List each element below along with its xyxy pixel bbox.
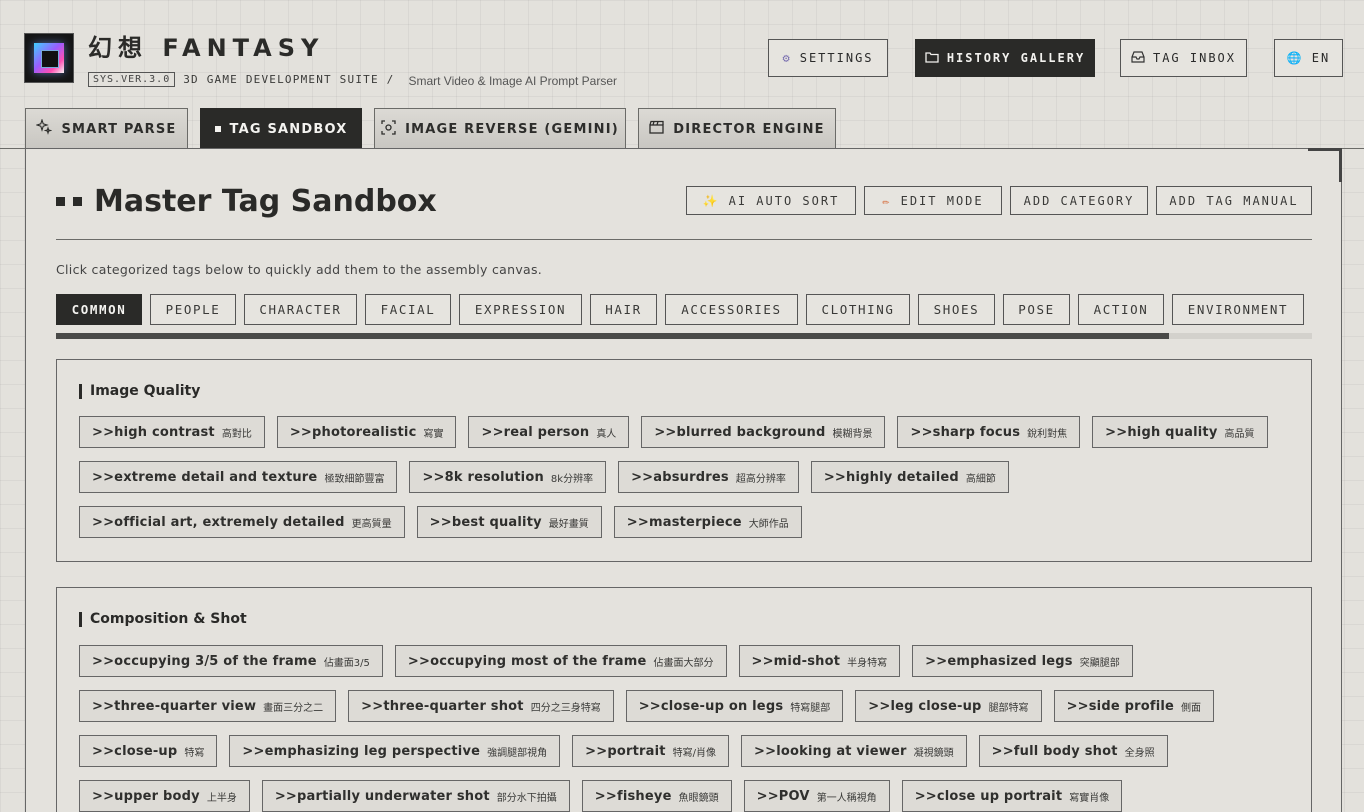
tag-chip[interactable]: >>high quality 高品質 xyxy=(1092,416,1268,448)
tag-chip[interactable]: >>close up portrait 寫實肖像 xyxy=(901,780,1123,812)
gear-icon: ⚙ xyxy=(782,51,792,65)
tag-row: >>extreme detail and texture 極致細節豐富 >>8k … xyxy=(79,461,1009,493)
tag-chip[interactable]: >>extreme detail and texture 極致細節豐富 xyxy=(79,461,398,493)
tag-chip[interactable]: >>best quality 最好畫質 xyxy=(416,506,602,538)
tag-inbox-button[interactable]: TAG INBOX xyxy=(1120,39,1247,77)
app-subtitle: SYS.VER.3.0 3D GAME DEVELOPMENT SUITE / … xyxy=(88,70,617,88)
tab-tag-sandbox[interactable]: TAG SANDBOX xyxy=(200,108,362,149)
tag-chip[interactable]: >>sharp focus 銳利對焦 xyxy=(897,416,1081,448)
category-tab-action[interactable]: ACTION xyxy=(1078,294,1164,325)
tag-row: >>upper body 上半身 >>partially underwater s… xyxy=(79,780,1123,812)
tag-chip[interactable]: >>emphasizing leg perspective 強調腿部視角 xyxy=(229,735,561,767)
edit-mode-button[interactable]: ✏ EDIT MODE xyxy=(864,186,1002,215)
tab-image-reverse[interactable]: IMAGE REVERSE (GEMINI) xyxy=(374,108,626,149)
tag-chip[interactable]: >>close-up on legs 特寫腿部 xyxy=(625,690,844,722)
category-tab-pose[interactable]: POSE xyxy=(1003,294,1070,325)
tag-chip[interactable]: >>partially underwater shot 部分水下拍攝 xyxy=(261,780,570,812)
tag-row: >>high contrast 高對比 >>photorealistic 寫實 >>… xyxy=(79,416,1268,448)
instruction-text: Click categorized tags below to quickly … xyxy=(56,262,543,277)
section-title: Image Quality xyxy=(79,383,200,399)
pencil-icon: ✏ xyxy=(882,193,892,208)
tag-chip[interactable]: >>mid-shot 半身特寫 xyxy=(738,645,901,677)
tag-chip[interactable]: >>occupying 3/5 of the frame 佔畫面3/5 xyxy=(79,645,383,677)
tag-chip[interactable]: >>close-up 特寫 xyxy=(79,735,218,767)
sparkle-icon xyxy=(35,118,53,139)
tag-chip[interactable]: >>full body shot 全身照 xyxy=(978,735,1168,767)
tag-chip[interactable]: >>real person 真人 xyxy=(468,416,630,448)
tag-chip[interactable]: >>8k resolution 8k分辨率 xyxy=(409,461,607,493)
inbox-icon xyxy=(1131,50,1145,66)
category-tab-accessories[interactable]: ACCESSORIES xyxy=(665,294,798,325)
heading-divider xyxy=(56,239,1312,240)
tag-chip[interactable]: >>three-quarter shot 四分之三身特寫 xyxy=(348,690,614,722)
category-tab-shoes[interactable]: SHOES xyxy=(918,294,995,325)
app-logo xyxy=(24,33,74,83)
ai-auto-sort-button[interactable]: ✨ AI AUTO SORT xyxy=(686,186,856,215)
tag-chip[interactable]: >>fisheye 魚眼鏡頭 xyxy=(581,780,732,812)
tag-row: >>official art, extremely detailed 更高質量 >… xyxy=(79,506,802,538)
tag-chip[interactable]: >>three-quarter view 畫面三分之二 xyxy=(79,690,337,722)
sparkles-icon: ✨ xyxy=(702,193,720,208)
tag-chip[interactable]: >>blurred background 模糊背景 xyxy=(641,416,886,448)
tag-chip[interactable]: >>photorealistic 寫實 xyxy=(276,416,457,448)
tag-chip[interactable]: >>upper body 上半身 xyxy=(79,780,250,812)
tag-row: >>occupying 3/5 of the frame 佔畫面3/5 >>occ… xyxy=(79,645,1133,677)
page-title: Master Tag Sandbox xyxy=(56,184,437,219)
category-tab-hair[interactable]: HAIR xyxy=(590,294,657,325)
tag-chip[interactable]: >>high contrast 高對比 xyxy=(79,416,265,448)
tag-chip[interactable]: >>POV 第一人稱視角 xyxy=(743,780,890,812)
section-image-quality: Image Quality >>high contrast 高對比 >>photo… xyxy=(56,359,1312,562)
add-category-button[interactable]: ADD CATEGORY xyxy=(1010,186,1148,215)
tag-chip[interactable]: >>absurdres 超高分辨率 xyxy=(618,461,799,493)
tag-chip[interactable]: >>masterpiece 大師作品 xyxy=(613,506,802,538)
folder-icon xyxy=(925,51,939,66)
category-tab-common[interactable]: COMMON xyxy=(56,294,142,325)
category-tab-facial[interactable]: FACIAL xyxy=(365,294,451,325)
settings-button[interactable]: ⚙ SETTINGS xyxy=(768,39,888,77)
category-tab-expression[interactable]: EXPRESSION xyxy=(459,294,582,325)
category-tab-environment[interactable]: ENVIRONMENT xyxy=(1172,294,1304,325)
globe-icon: 🌐 xyxy=(1286,51,1304,65)
app-title: 幻想 FANTASY xyxy=(88,34,325,62)
history-gallery-button[interactable]: HISTORY GALLERY xyxy=(915,39,1095,77)
panel-corner-accent xyxy=(1308,148,1342,182)
tab-smart-parse[interactable]: SMART PARSE xyxy=(25,108,188,149)
tab-director-engine[interactable]: DIRECTOR ENGINE xyxy=(638,108,836,149)
title-square-icon xyxy=(56,197,65,206)
tag-chip[interactable]: >>emphasized legs 突顯腿部 xyxy=(912,645,1133,677)
tagline: Smart Video & Image AI Prompt Parser xyxy=(408,74,617,88)
scrollbar-thumb[interactable] xyxy=(56,333,1169,339)
category-tab-character[interactable]: CHARACTER xyxy=(244,294,357,325)
tag-chip[interactable]: >>portrait 特寫/肖像 xyxy=(572,735,730,767)
category-scrollbar[interactable] xyxy=(56,333,1312,339)
tag-chip[interactable]: >>occupying most of the frame 佔畫面大部分 xyxy=(394,645,727,677)
tag-chip[interactable]: >>highly detailed 高細節 xyxy=(810,461,1009,493)
tag-chip[interactable]: >>looking at viewer 凝視鏡頭 xyxy=(741,735,967,767)
section-title: Composition & Shot xyxy=(79,611,247,627)
tag-chip[interactable]: >>leg close-up 腿部特寫 xyxy=(855,690,1042,722)
scan-icon xyxy=(381,119,396,139)
square-icon xyxy=(214,126,221,132)
section-composition-shot: Composition & Shot >>occupying 3/5 of th… xyxy=(56,587,1312,812)
version-badge: SYS.VER.3.0 xyxy=(88,71,176,87)
tag-row: >>close-up 特寫 >>emphasizing leg perspecti… xyxy=(79,735,1168,767)
language-button[interactable]: 🌐 EN xyxy=(1274,39,1343,77)
clapperboard-icon xyxy=(649,120,664,138)
category-tab-clothing[interactable]: CLOTHING xyxy=(806,294,910,325)
suite-label: 3D GAME DEVELOPMENT SUITE / xyxy=(183,72,395,86)
tag-chip[interactable]: >>official art, extremely detailed 更高質量 xyxy=(79,506,405,538)
tag-chip[interactable]: >>side profile 側面 xyxy=(1053,690,1215,722)
add-tag-manual-button[interactable]: ADD TAG MANUAL xyxy=(1156,186,1312,215)
title-square-icon xyxy=(73,197,82,206)
category-tab-people[interactable]: PEOPLE xyxy=(150,294,236,325)
tag-row: >>three-quarter view 畫面三分之二 >>three-quart… xyxy=(79,690,1215,722)
